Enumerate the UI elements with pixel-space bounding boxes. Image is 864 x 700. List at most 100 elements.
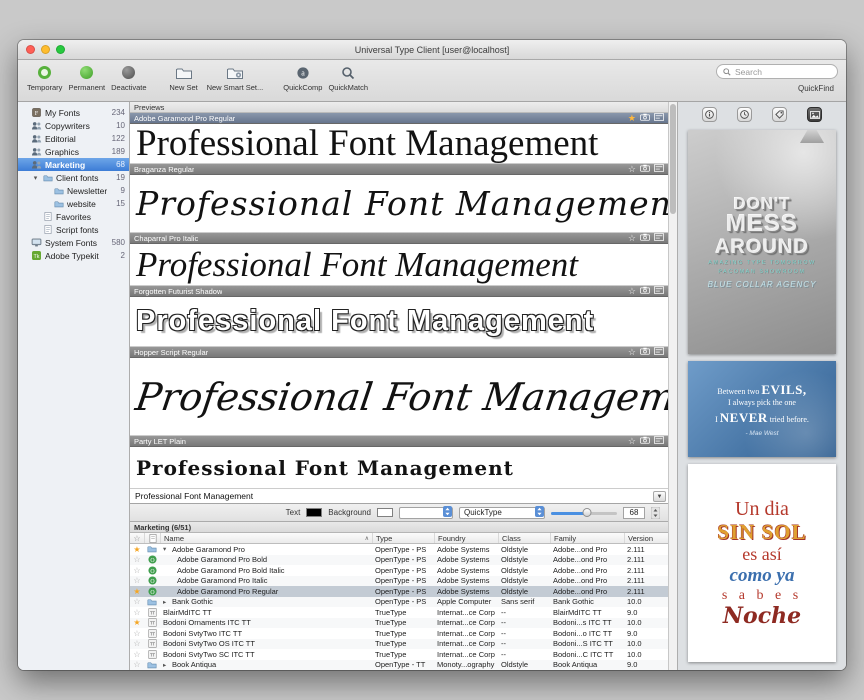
sidebar-item-system-fonts[interactable]: System Fonts 580: [18, 236, 129, 249]
preview-row-header[interactable]: Braganza Regular ☆: [130, 164, 668, 175]
attachment-poster-dont-mess-around[interactable]: DON'T MESS AROUND AMAZING TYPE TOMORROW PACO…: [688, 130, 836, 354]
star-icon[interactable]: ☆: [130, 608, 144, 617]
table-row-adobe-garamond-pro-bold[interactable]: ☆ O Adobe Garamond Pro Bold OpenType - PS Ad…: [130, 554, 668, 565]
snapshot-camera-icon[interactable]: [640, 436, 650, 446]
star-icon[interactable]: ☆: [130, 629, 144, 638]
quickfind-label[interactable]: QuickFind: [798, 84, 838, 93]
waterfall-view-icon[interactable]: [654, 113, 664, 123]
preview-row-header[interactable]: Forgotten Futurist Shadow ☆: [130, 286, 668, 297]
size-value[interactable]: 68: [623, 506, 645, 519]
attachments-tab[interactable]: [807, 107, 822, 122]
quicktype-select[interactable]: QuickType: [459, 506, 545, 519]
snapshot-camera-icon[interactable]: [640, 113, 650, 123]
table-row-bodoni-svtytwo-itc-tt[interactable]: ☆ TT Bodoni SvtyTwo ITC TT TrueType Internat…: [130, 628, 668, 639]
star-icon[interactable]: ★: [130, 618, 144, 627]
attachment-poster-un-dia-sin-sol[interactable]: Un dia SIN SOL es así como ya s a b e s Noche: [688, 464, 836, 662]
column-header-class[interactable]: Class: [498, 533, 550, 543]
close-button[interactable]: [26, 45, 35, 54]
star-icon[interactable]: ☆: [130, 576, 144, 585]
preview-row-header[interactable]: Chaparral Pro Italic ☆: [130, 233, 668, 244]
snapshot-camera-icon[interactable]: [640, 286, 650, 296]
snapshot-camera-icon[interactable]: [640, 347, 650, 357]
disclosure-triangle[interactable]: ▾: [163, 545, 170, 553]
column-header-version[interactable]: Version: [624, 533, 668, 543]
star-icon[interactable]: ☆: [130, 639, 144, 648]
attachment-poster-mae-west-quote[interactable]: Between two EVILS, I always pick the one…: [688, 361, 836, 457]
search-input[interactable]: Search: [716, 64, 838, 79]
star-icon[interactable]: ☆: [130, 660, 144, 669]
favorite-star-icon[interactable]: ☆: [628, 436, 636, 446]
star-icon[interactable]: ☆: [130, 650, 144, 659]
sidebar-item-newsletter[interactable]: Newsletter 9: [18, 184, 129, 197]
sidebar-item-favorites[interactable]: Favorites: [18, 210, 129, 223]
deactivate-button[interactable]: Deactivate: [108, 63, 149, 92]
sidebar-item-script-fonts[interactable]: Script fonts: [18, 223, 129, 236]
table-row-adobe-garamond-pro-regular[interactable]: ★ O Adobe Garamond Pro Regular OpenType - P…: [130, 586, 668, 597]
sidebar-item-graphics[interactable]: Graphics 189: [18, 145, 129, 158]
sidebar-item-copywriters[interactable]: Copywriters 10: [18, 119, 129, 132]
star-icon[interactable]: ☆: [130, 555, 144, 564]
star-icon[interactable]: ★: [130, 545, 144, 554]
star-icon[interactable]: ☆: [130, 566, 144, 575]
sidebar-item-marketing[interactable]: Marketing 68: [18, 158, 129, 171]
zoom-button[interactable]: [56, 45, 65, 54]
waterfall-view-icon[interactable]: [654, 164, 664, 174]
waterfall-view-icon[interactable]: [654, 347, 664, 357]
slider-knob[interactable]: [582, 507, 592, 517]
table-row-adobe-garamond-pro[interactable]: ★ ▾ Adobe Garamond Pro OpenType - PS Adobe S…: [130, 544, 668, 555]
snapshot-camera-icon[interactable]: [640, 164, 650, 174]
column-header-foundry[interactable]: Foundry: [434, 533, 498, 543]
disclosure-triangle[interactable]: ▸: [163, 661, 170, 669]
column-header-kind[interactable]: [144, 533, 160, 543]
favorite-star-icon[interactable]: ☆: [628, 286, 636, 296]
snapshot-camera-icon[interactable]: [640, 233, 650, 243]
favorite-star-icon[interactable]: ☆: [628, 164, 636, 174]
column-header-family[interactable]: Family: [550, 533, 624, 543]
history-tab[interactable]: [737, 107, 752, 122]
column-header-type[interactable]: Type: [372, 533, 434, 543]
preview-row-header[interactable]: Party LET Plain ☆: [130, 436, 668, 447]
star-icon[interactable]: ☆: [130, 597, 144, 606]
table-row-bank-gothic[interactable]: ☆ ▸ Bank Gothic OpenType - PS Apple Computer…: [130, 596, 668, 607]
table-row-adobe-garamond-pro-bold-italic[interactable]: ☆ O Adobe Garamond Pro Bold Italic OpenType…: [130, 565, 668, 576]
table-row-bodoni-svtytwo-os-itc-tt[interactable]: ☆ TT Bodoni SvtyTwo OS ITC TT TrueType Inter…: [130, 638, 668, 649]
preview-row-header[interactable]: Adobe Garamond Pro Regular ★: [130, 113, 668, 124]
favorite-star-icon[interactable]: ☆: [628, 233, 636, 243]
new-set-button[interactable]: New Set: [164, 63, 204, 92]
column-header-name[interactable]: Name ∧: [160, 533, 372, 543]
sample-text-dropdown-icon[interactable]: ▼: [653, 491, 666, 502]
favorite-star-icon[interactable]: ☆: [628, 347, 636, 357]
favorite-star-icon[interactable]: ★: [628, 113, 636, 123]
minimize-button[interactable]: [41, 45, 50, 54]
temporary-activate-button[interactable]: Temporary: [24, 63, 65, 92]
sidebar-item-client-fonts[interactable]: ▾ Client fonts 19: [18, 171, 129, 184]
table-row-blairmditc-tt[interactable]: ☆ TT BlairMdITC TT TrueType Internat...ce Co…: [130, 607, 668, 618]
table-row-bodoni-ornaments-itc-tt[interactable]: ★ TT Bodoni Ornaments ITC TT TrueType Intern…: [130, 617, 668, 628]
tags-tab[interactable]: [772, 107, 787, 122]
waterfall-view-icon[interactable]: [654, 286, 664, 296]
quickmatch-button[interactable]: QuickMatch: [325, 63, 371, 92]
disclosure-triangle[interactable]: ▸: [163, 598, 170, 606]
quickcomp-button[interactable]: a QuickComp: [280, 63, 325, 92]
waterfall-view-icon[interactable]: [654, 233, 664, 243]
table-row-bodoni-svtytwo-sc-itc-tt[interactable]: ☆ TT Bodoni SvtyTwo SC ITC TT TrueType Inter…: [130, 649, 668, 660]
scrollbar-thumb[interactable]: [670, 104, 676, 214]
table-row-adobe-garamond-pro-italic[interactable]: ☆ O Adobe Garamond Pro Italic OpenType - PS…: [130, 575, 668, 586]
permanent-activate-button[interactable]: Permanent: [65, 63, 108, 92]
text-color-swatch[interactable]: [306, 508, 323, 517]
new-smart-set-button[interactable]: New Smart Set...: [204, 63, 267, 92]
star-icon[interactable]: ★: [130, 587, 144, 596]
size-stepper[interactable]: [651, 506, 660, 519]
column-header-favorite[interactable]: ☆: [130, 533, 144, 543]
disclosure-triangle[interactable]: ▾: [32, 174, 39, 182]
size-slider[interactable]: [551, 507, 617, 519]
table-row-book-antiqua[interactable]: ☆ ▸ Book Antiqua OpenType - TT Monoty...ogra…: [130, 659, 668, 670]
preview-row-header[interactable]: Hopper Script Regular ☆: [130, 347, 668, 358]
preview-mode-select[interactable]: [399, 506, 453, 519]
sidebar-item-editorial[interactable]: Editorial 122: [18, 132, 129, 145]
sample-text-input[interactable]: Professional Font Management ▼: [130, 489, 668, 504]
sidebar-item-adobe-typekit[interactable]: Tk Adobe Typekit 2: [18, 249, 129, 262]
sidebar-item-website[interactable]: website 15: [18, 197, 129, 210]
main-scrollbar[interactable]: [668, 102, 678, 670]
sidebar-item-my-fonts[interactable]: F My Fonts 234: [18, 106, 129, 119]
